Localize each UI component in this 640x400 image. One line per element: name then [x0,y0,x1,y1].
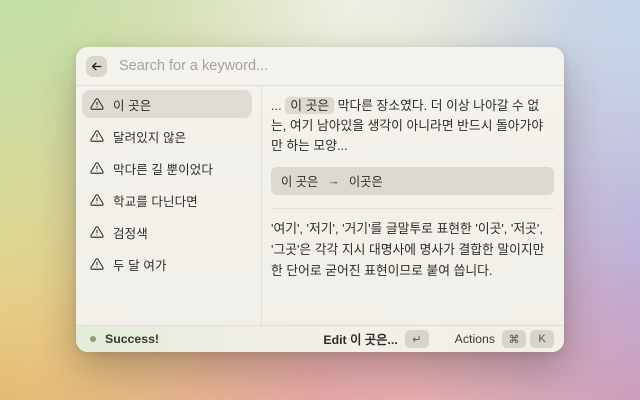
k-key-badge: K [530,330,554,348]
enter-key-badge: ↵ [405,330,429,348]
list-item-label: 두 달 여가 [113,255,167,274]
list-item[interactable]: 학교를 다닌다면 [82,186,252,214]
list-item-label: 막다른 길 뿐이었다 [113,159,213,178]
list-item[interactable]: 두 달 여가 [82,250,252,278]
arrow-right-icon: → [327,174,340,188]
alert-triangle-icon [90,225,104,239]
correction-to: 이곳은 [349,172,383,190]
status-dot-icon [90,336,96,342]
list-item[interactable]: 이 곳은 [82,90,252,118]
actions-button[interactable]: Actions [455,332,495,346]
alert-triangle-icon [90,257,104,271]
footer-bar: Success! Edit 이 곳은... ↵ Actions ⌘ K [76,325,564,352]
detail-panel: ... 이 곳은 막다른 장소였다. 더 이상 나아갈 수 없는, 여기 남아있… [262,86,564,325]
cmd-key-badge: ⌘ [502,330,526,348]
main-area: 이 곳은 달려있지 않은 막다른 길 뿐이었다 학교를 다닌다면 [76,86,564,325]
list-item-label: 이 곳은 [113,95,151,114]
list-item-label: 학교를 다닌다면 [113,191,198,210]
correction-from: 이 곳은 [281,172,318,190]
excerpt-prefix: ... [271,98,285,113]
edit-action-button[interactable]: Edit 이 곳은... [323,330,397,348]
excerpt-paragraph: ... 이 곳은 막다른 장소였다. 더 이상 나아갈 수 없는, 여기 남아있… [271,96,554,156]
alert-triangle-icon [90,161,104,175]
divider [271,208,554,209]
desktop-background: { "colors": { "bg_top_left_green": "#bfd… [0,0,640,400]
status-text: Success! [105,332,159,346]
list-item-label: 달려있지 않은 [113,127,186,146]
alert-triangle-icon [90,129,104,143]
list-item-label: 검정색 [113,223,148,242]
search-bar [76,47,564,86]
back-button[interactable] [86,56,107,77]
list-item[interactable]: 달려있지 않은 [82,122,252,150]
result-list: 이 곳은 달려있지 않은 막다른 길 뿐이었다 학교를 다닌다면 [76,86,262,325]
alert-triangle-icon [90,97,104,111]
correction-suggestion[interactable]: 이 곳은 → 이곳은 [271,167,554,195]
app-window: 이 곳은 달려있지 않은 막다른 길 뿐이었다 학교를 다닌다면 [76,47,564,352]
arrow-left-icon [90,60,103,73]
explanation-paragraph: '여기', '저기', '거기'를 글말투로 표현한 '이곳', '저곳', '… [271,218,554,281]
excerpt-highlight: 이 곳은 [285,97,334,114]
list-item[interactable]: 검정색 [82,218,252,246]
list-item[interactable]: 막다른 길 뿐이었다 [82,154,252,182]
search-input[interactable] [117,57,554,75]
alert-triangle-icon [90,193,104,207]
